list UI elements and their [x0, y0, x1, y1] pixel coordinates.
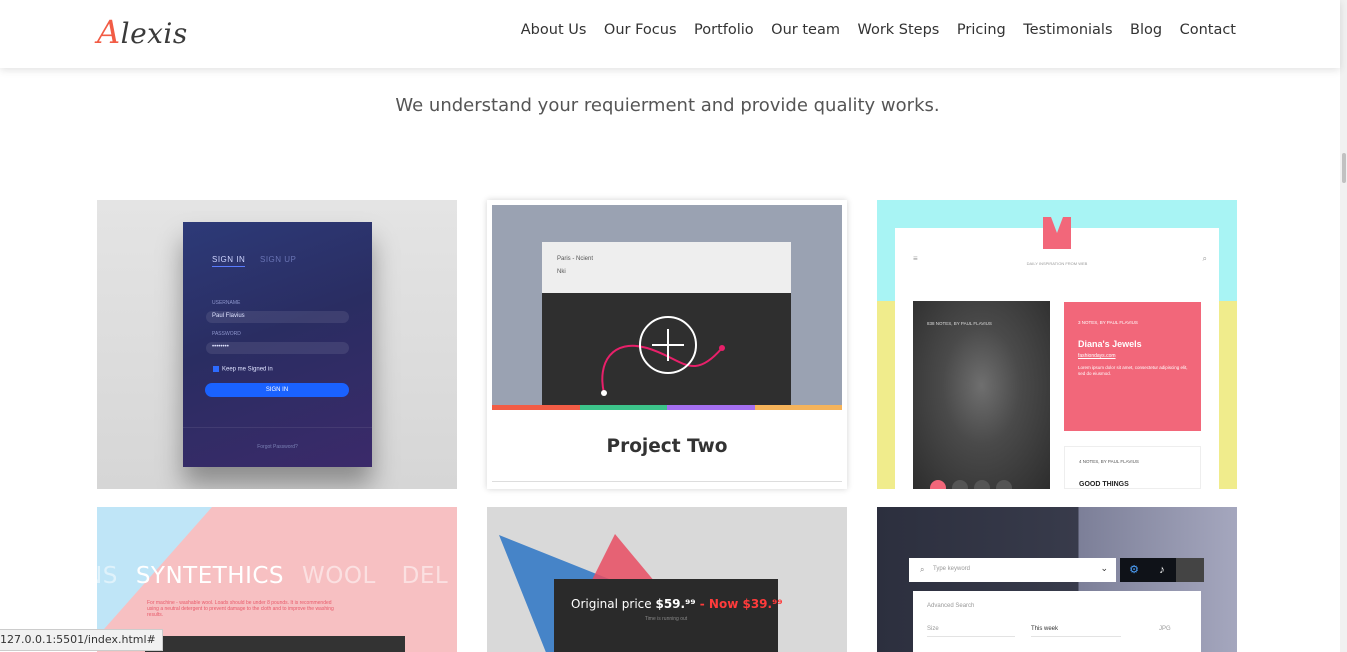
password-label: PASSWORD — [212, 331, 241, 337]
logo-initial: A — [97, 13, 121, 51]
photo-caption: 838 NOTES, BY PAUL FLAVIUS — [927, 321, 992, 326]
portfolio-item-project-two[interactable]: Paris - Ncient Nki Project Two — [487, 200, 847, 489]
format-label: JPG — [1159, 626, 1171, 632]
card-divider — [492, 481, 842, 482]
page: Alexis About Us Our Focus Portfolio Our … — [0, 0, 1347, 652]
search-mockup: ⌕ Type keyword ⌄ — [909, 558, 1116, 582]
forgot-password-text: Forgot Password? — [257, 444, 298, 450]
keep-signed-checkbox: Keep me Signed in — [213, 366, 273, 373]
feature-link: fashiondays.com — [1078, 353, 1116, 359]
portfolio-item-price[interactable]: Original price $59.⁹⁹ - Now $39.⁹⁹ Time … — [487, 507, 847, 652]
dark-strip — [145, 636, 405, 652]
second-meta: 4 NOTES, BY PAUL FLAVIUS — [1079, 459, 1139, 464]
feature-card: 3 NOTES, BY PAUL FLAVIUS Diana's Jewels … — [1064, 302, 1201, 431]
checkbox-icon — [213, 366, 219, 372]
word-next: WOOL — [302, 563, 376, 589]
scrollbar-thumb[interactable] — [1342, 153, 1346, 183]
feature-meta: 3 NOTES, BY PAUL FLAVIUS — [1078, 320, 1138, 325]
date-label: This week — [1031, 626, 1059, 632]
size-label: Size — [927, 626, 939, 632]
m-logo-icon — [1043, 217, 1071, 249]
username-label: USERNAME — [212, 300, 241, 306]
nav-our-team[interactable]: Our team — [771, 22, 840, 38]
word-main: SYNTETHICS — [135, 563, 285, 589]
site-header: Alexis About Us Our Focus Portfolio Our … — [0, 0, 1340, 68]
route-from: Paris - Ncient — [557, 256, 594, 262]
photo-actions — [930, 480, 1012, 489]
feature-text: Lorem ipsum dolor sit amet, consectetur … — [1078, 365, 1188, 376]
logo[interactable]: Alexis — [97, 13, 188, 51]
adv-title: Advanced Search — [927, 603, 975, 609]
nav-our-focus[interactable]: Our Focus — [604, 22, 677, 38]
heart-icon — [930, 480, 946, 489]
second-title: GOOD THINGS — [1079, 481, 1129, 488]
route-to: Nki — [557, 269, 566, 275]
app-subtitle: DAILY INSPIRATION FROM WEB — [1026, 261, 1088, 266]
nav-portfolio[interactable]: Portfolio — [694, 22, 754, 38]
signin-tab: SIGN IN — [212, 255, 246, 267]
word-right: DEL — [401, 563, 449, 589]
search-icon: ⌕ — [920, 565, 925, 574]
fabric-description: For machine - washable wool. Loads shoul… — [147, 600, 334, 618]
refresh-icon — [952, 480, 968, 489]
color-bar-segment — [579, 405, 667, 410]
signin-button-mockup: SIGN IN — [205, 383, 349, 397]
portfolio-item-app[interactable]: ≡ ⌕ DAILY INSPIRATION FROM WEB 838 NOTES… — [877, 200, 1237, 489]
nav-blog[interactable]: Blog — [1130, 22, 1162, 38]
page-scrollbar[interactable] — [1340, 0, 1347, 652]
fabric-words: NS SYNTETHICS WOOL DEL — [97, 563, 448, 589]
color-bar — [492, 405, 842, 410]
username-field: Paul Flavius — [206, 311, 349, 323]
arrow-right-icon — [996, 480, 1012, 489]
plus-icon-v — [667, 329, 669, 361]
route-panel: Paris - Ncient Nki — [542, 242, 791, 293]
advanced-search-panel: Advanced Search Size This week JPG — [913, 591, 1201, 652]
nav-contact[interactable]: Contact — [1180, 22, 1236, 38]
nav-about-us[interactable]: About Us — [521, 22, 587, 38]
password-field: •••••••• — [206, 342, 349, 354]
keep-signed-label: Keep me Signed in — [222, 366, 273, 373]
status-url: 127.0.0.1:5501/index.html# — [0, 629, 163, 651]
nav-pricing[interactable]: Pricing — [957, 22, 1006, 38]
nav-testimonials[interactable]: Testimonials — [1023, 22, 1112, 38]
avatar — [1176, 558, 1204, 582]
portrait-photo: 838 NOTES, BY PAUL FLAVIUS — [913, 301, 1050, 489]
gear-icon: ⚙ — [1129, 564, 1139, 576]
word-left: NS — [97, 563, 118, 589]
size-underline — [927, 636, 1015, 637]
signin-mockup: SIGN IN SIGN UP USERNAME Paul Flavius PA… — [183, 222, 372, 467]
second-card: 4 NOTES, BY PAUL FLAVIUS GOOD THINGS — [1064, 446, 1201, 489]
color-bar-segment — [492, 405, 580, 410]
portfolio-item-signin[interactable]: SIGN IN SIGN UP USERNAME Paul Flavius PA… — [97, 200, 457, 489]
icon-bar: ⚙ ♪ — [1120, 558, 1204, 582]
price-box: Original price $59.⁹⁹ - Now $39.⁹⁹ Time … — [554, 579, 783, 652]
logo-text: lexis — [120, 17, 188, 50]
expand-icon — [974, 480, 990, 489]
color-bar-segment — [667, 405, 755, 410]
chevron-down-icon: ⌄ — [1100, 563, 1108, 573]
price-label: Original price — [571, 597, 652, 611]
signup-tab: SIGN UP — [260, 255, 297, 264]
section-tagline: We understand your requierment and provi… — [395, 95, 940, 116]
color-bar-segment — [754, 405, 842, 410]
app-panel: ≡ ⌕ DAILY INSPIRATION FROM WEB 838 NOTES… — [895, 228, 1219, 489]
nav-work-steps[interactable]: Work Steps — [857, 22, 939, 38]
price-sub: Time is running out — [644, 616, 688, 622]
feature-title: Diana's Jewels — [1078, 339, 1142, 349]
project-title[interactable]: Project Two — [487, 436, 847, 457]
divider — [183, 427, 372, 428]
main-nav: About Us Our Focus Portfolio Our team Wo… — [503, 22, 1236, 38]
bell-icon: ♪ — [1159, 564, 1165, 576]
portfolio-item-search[interactable]: ⌕ Type keyword ⌄ ⚙ ♪ Advanced Search Siz… — [877, 507, 1237, 652]
search-placeholder: Type keyword — [933, 566, 971, 572]
project-two-thumbnail: Paris - Ncient Nki — [492, 205, 842, 409]
date-underline — [1031, 636, 1121, 637]
price-text: Original price $59.⁹⁹ - Now $39.⁹⁹ — [571, 597, 783, 611]
price-original: $59.⁹⁹ — [655, 597, 696, 611]
price-now: - Now $39.⁹⁹ — [695, 597, 783, 611]
